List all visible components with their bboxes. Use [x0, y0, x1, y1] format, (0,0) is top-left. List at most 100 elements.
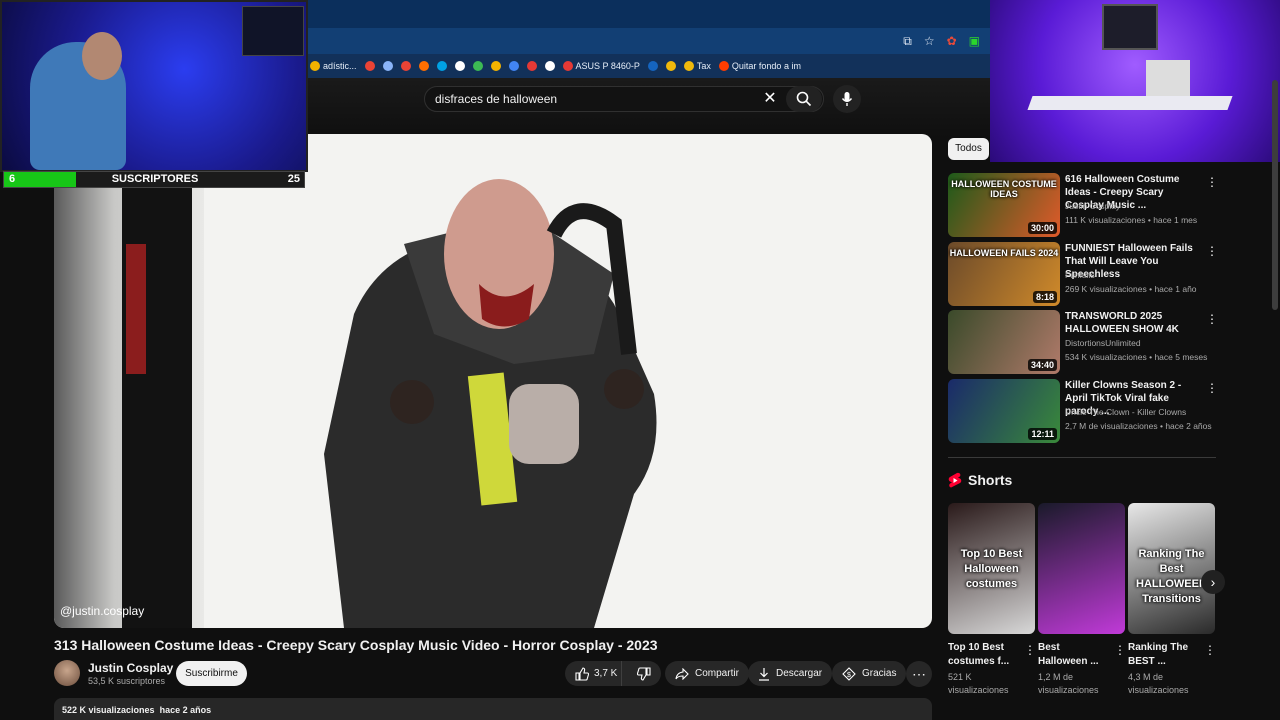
- voice-search-button[interactable]: [833, 85, 861, 113]
- bookmark-item[interactable]: [436, 61, 447, 71]
- bookmark-item[interactable]: [508, 61, 519, 71]
- video-player[interactable]: @justin.cosplay: [54, 134, 932, 628]
- kebab-menu-icon[interactable]: ⋮: [1024, 643, 1036, 657]
- recommended-meta: 111 K visualizaciones • hace 1 mes: [1065, 215, 1198, 225]
- short-title[interactable]: Top 10 Best costumes f...: [948, 641, 1020, 669]
- short-title[interactable]: Best Halloween ...: [1038, 641, 1110, 669]
- channel-name[interactable]: Justin Cosplay: [88, 661, 173, 675]
- like-count: 3,7 K: [594, 668, 618, 679]
- bookmark-favicon-icon: [647, 61, 658, 71]
- like-dislike-group: 3,7 K: [565, 661, 661, 686]
- subscriber-label: SUSCRIPTORES: [111, 173, 199, 185]
- recommended-video[interactable]: HALLOWEEN COSTUME IDEAS 30:00 616 Hallowee…: [948, 173, 1218, 237]
- kebab-menu-icon[interactable]: ⋮: [1206, 175, 1218, 189]
- short-card[interactable]: Best Halloween ... ⋮ 1,2 M de visualizacio…: [1038, 503, 1126, 695]
- bookmark-item[interactable]: [364, 61, 375, 71]
- kebab-menu-icon[interactable]: ⋮: [1206, 312, 1218, 326]
- clear-search-icon[interactable]: ✕: [760, 88, 780, 110]
- search-button[interactable]: [786, 86, 822, 112]
- video-thumbnail[interactable]: 12:11: [948, 378, 1060, 443]
- bookmark-item[interactable]: [544, 61, 555, 71]
- dislike-button[interactable]: [628, 661, 661, 686]
- video-thumbnail[interactable]: 34:40: [948, 310, 1060, 374]
- thanks-button[interactable]: $ Gracias: [832, 661, 907, 686]
- short-title[interactable]: Ranking The BEST ...: [1128, 641, 1200, 669]
- recommended-channel[interactable]: Funfails: [1065, 270, 1205, 280]
- thumbs-up-icon: [575, 666, 589, 681]
- bookmark-favicon-icon: [454, 61, 465, 71]
- kebab-menu-icon[interactable]: ⋮: [1204, 643, 1216, 657]
- description-box[interactable]: 522 K visualizaciones hace 2 años: [54, 698, 932, 720]
- bookmark-item[interactable]: [526, 61, 537, 71]
- bookmark-item[interactable]: [400, 61, 411, 71]
- bookmark-item[interactable]: [454, 61, 465, 71]
- bookmark-favicon-icon: [490, 61, 501, 71]
- download-button[interactable]: Descargar: [748, 661, 833, 686]
- bookmark-item[interactable]: [382, 61, 393, 71]
- bookmark-item[interactable]: adístic...: [310, 61, 357, 71]
- shorts-heading: Shorts: [948, 472, 1012, 488]
- bookmark-item[interactable]: [665, 61, 676, 71]
- download-label: Descargar: [776, 668, 823, 679]
- bookmark-label: Tax: [696, 61, 711, 71]
- recommended-title[interactable]: TRANSWORLD 2025 HALLOWEEN SHOW 4K: [1065, 310, 1203, 336]
- bookmark-item[interactable]: [647, 61, 658, 71]
- more-actions-button[interactable]: ⋯: [906, 661, 932, 687]
- bookmark-label: adístic...: [323, 61, 357, 71]
- filter-chip-todos[interactable]: Todos: [948, 138, 989, 160]
- like-button[interactable]: 3,7 K: [565, 661, 622, 686]
- bookmark-item[interactable]: Tax: [683, 61, 711, 71]
- kebab-menu-icon[interactable]: ⋮: [1206, 244, 1218, 258]
- bookmark-item[interactable]: Quitar fondo a im: [718, 61, 801, 71]
- install-app-icon[interactable]: ⧉: [903, 34, 912, 49]
- kebab-menu-icon[interactable]: ⋮: [1114, 643, 1126, 657]
- channel-avatar[interactable]: [54, 660, 80, 686]
- bookmark-favicon-icon: [718, 61, 729, 71]
- recommended-channel[interactable]: Uncle The Clown - Killer Clowns: [1065, 407, 1205, 417]
- recommended-video[interactable]: 34:40 TRANSWORLD 2025 HALLOWEEN SHOW 4K Di…: [948, 310, 1218, 374]
- bookmark-item[interactable]: ASUS P 8460-P: [562, 61, 640, 71]
- short-views: 1,2 M de visualizaciones: [1038, 672, 1099, 695]
- webcam-person-head: [82, 32, 122, 80]
- recommended-views: 534 K visualizaciones: [1065, 352, 1147, 362]
- download-icon: [759, 667, 769, 681]
- video-title: 313 Halloween Costume Ideas - Creepy Sca…: [54, 637, 658, 653]
- bookmark-item[interactable]: [490, 61, 501, 71]
- recommended-channel[interactable]: Justin Cosplay: [1065, 201, 1205, 211]
- short-thumbnail[interactable]: [1038, 503, 1125, 634]
- recommended-age: hace 2 años: [1165, 420, 1212, 431]
- share-button[interactable]: Compartir: [665, 661, 749, 686]
- svg-text:$: $: [847, 672, 851, 679]
- bookmark-star-icon[interactable]: ☆: [924, 34, 935, 49]
- video-thumbnail[interactable]: HALLOWEEN COSTUME IDEAS 30:00: [948, 173, 1060, 237]
- short-thumbnail[interactable]: Ranking The Best HALLOWEEN Transitions: [1128, 503, 1215, 634]
- recommended-video[interactable]: 12:11 Killer Clowns Season 2 - April TikT…: [948, 378, 1218, 443]
- short-card[interactable]: Ranking The Best HALLOWEEN Transitions Ra…: [1128, 503, 1216, 695]
- short-card[interactable]: Top 10 Best Halloween costumes Top 10 Bes…: [948, 503, 1036, 695]
- bookmark-item[interactable]: [472, 61, 483, 71]
- microphone-icon: [841, 92, 853, 106]
- page-scrollbar[interactable]: [1272, 80, 1278, 310]
- bookmark-favicon-icon: [472, 61, 483, 71]
- bookmark-label: ASUS P 8460-P: [575, 61, 640, 71]
- short-thumbnail[interactable]: Top 10 Best Halloween costumes: [948, 503, 1035, 634]
- recommended-video[interactable]: HALLOWEEN FAILS 2024 8:18 FUNNIEST Hallowe…: [948, 241, 1218, 306]
- bookmark-item[interactable]: [418, 61, 429, 71]
- kebab-menu-icon[interactable]: ⋮: [1206, 381, 1218, 395]
- recommended-meta: 269 K visualizaciones • hace 1 año: [1065, 283, 1197, 294]
- bookmark-favicon-icon: [665, 61, 676, 71]
- shorts-next-button[interactable]: ›: [1201, 570, 1225, 594]
- bookmark-favicon-icon: [364, 61, 375, 71]
- recommended-views: 2,7 M de visualizaciones: [1065, 420, 1158, 431]
- bookmark-favicon-icon: [418, 61, 429, 71]
- recommended-age: hace 1 año: [1154, 283, 1197, 294]
- extension-icon[interactable]: ✿: [947, 34, 957, 49]
- extension-icon[interactable]: ▣: [969, 34, 980, 49]
- video-duration: 30:00: [1027, 222, 1057, 234]
- recommended-meta: 2,7 M de visualizaciones • hace 2 años: [1065, 420, 1212, 431]
- video-thumbnail[interactable]: HALLOWEEN FAILS 2024 8:18: [948, 241, 1060, 306]
- recommended-channel[interactable]: DistortionsUnlimited: [1065, 338, 1205, 348]
- subscribe-button[interactable]: Suscribirme: [176, 661, 247, 686]
- address-bar-actions: ⧉ ☆ ✿ ▣: [903, 34, 980, 49]
- sidebar-divider: [948, 457, 1216, 458]
